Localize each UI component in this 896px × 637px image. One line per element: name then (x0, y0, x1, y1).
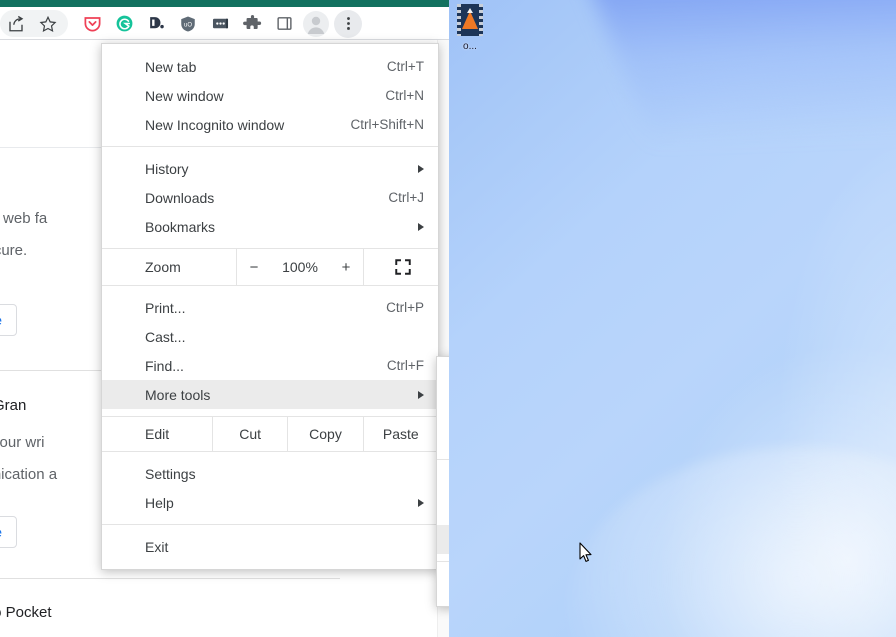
menu-item-downloads[interactable]: Downloads Ctrl+J (102, 183, 438, 212)
grammarly-extension-icon[interactable] (108, 10, 140, 38)
menu-item-accelerator: Ctrl+Shift+N (350, 117, 424, 132)
menu-item-label: New Incognito window (145, 116, 285, 133)
zoom-in-button[interactable]: + (329, 259, 363, 276)
chrome-main-menu: New tab Ctrl+T New window Ctrl+N New Inc… (101, 43, 439, 570)
menu-item-label: Find... (145, 357, 184, 374)
menu-item-label: More tools (145, 386, 211, 403)
menu-item-settings[interactable]: Settings (102, 459, 438, 488)
paste-button[interactable]: Paste (362, 417, 438, 451)
extension-card-desc-1a: the web fa (0, 210, 48, 227)
menu-item-label: Help (145, 494, 174, 511)
zoom-out-button[interactable]: − (237, 259, 271, 276)
zoom-level-value: 100% (282, 259, 318, 275)
menu-separator (102, 524, 438, 525)
screen: o... uO web fa ure. ran our wri ication … (0, 0, 896, 637)
share-icon[interactable] (0, 10, 32, 38)
submenu-separator (437, 561, 449, 562)
submenu-item-save-page-as[interactable]: Save page as... Ctrl+S (437, 365, 449, 394)
vlc-media-player-icon (457, 4, 483, 36)
menu-item-accelerator: Ctrl+J (388, 190, 424, 205)
desktop-wallpaper: o... (447, 0, 896, 637)
menu-zoom-row: Zoom − 100% + (102, 248, 438, 286)
wallpaper-swoosh (567, 447, 896, 637)
submenu-item-task-manager[interactable]: Task manager Shift+Esc (437, 525, 449, 554)
menu-item-accelerator: Ctrl+N (385, 88, 424, 103)
menu-item-new-incognito-window[interactable]: New Incognito window Ctrl+Shift+N (102, 110, 438, 139)
d-extension-icon[interactable] (140, 10, 172, 38)
menu-item-label: Settings (145, 465, 196, 482)
menu-item-accelerator: Ctrl+F (386, 358, 424, 373)
menu-item-cast[interactable]: Cast... (102, 322, 438, 351)
menu-item-accelerator: Ctrl+T (386, 59, 424, 74)
extension-card-desc-1b: secure. (0, 242, 28, 259)
side-panel-icon[interactable] (268, 10, 300, 38)
zoom-label: Zoom (145, 259, 181, 275)
extension-remove-button-1[interactable]: emove (0, 304, 18, 336)
extension-card-desc-2a: ve your wri (0, 434, 45, 451)
menu-item-label: New tab (145, 58, 197, 75)
wallpaper-streak (572, 0, 896, 223)
menu-item-label: Downloads (145, 189, 215, 206)
submenu-item-name-window[interactable]: Name window... (437, 423, 449, 452)
avatar-icon[interactable] (300, 10, 332, 38)
svg-text:uO: uO (184, 22, 192, 28)
menu-item-find[interactable]: Find... Ctrl+F (102, 351, 438, 380)
pocket-extension-icon[interactable] (76, 10, 108, 38)
password-manager-icon[interactable] (204, 10, 236, 38)
browser-window: uO web fa ure. ran our wri ication a Poc… (0, 0, 449, 637)
cut-button[interactable]: Cut (212, 417, 287, 451)
submenu-item-extensions[interactable]: Extensions (437, 496, 449, 525)
menu-item-label: Cast... (145, 328, 186, 345)
edit-label: Edit (145, 426, 170, 442)
extension-card-title-2: marly: Gran (0, 397, 27, 414)
menu-item-label: Exit (145, 538, 169, 555)
mouse-cursor (579, 542, 593, 563)
extension-card-desc-2b: munication a (0, 466, 58, 483)
extensions-puzzle-icon[interactable] (236, 10, 268, 38)
menu-item-label: History (145, 160, 189, 177)
menu-edit-row: Edit Cut Copy Paste (102, 416, 438, 452)
menu-item-new-window[interactable]: New window Ctrl+N (102, 81, 438, 110)
three-dot-menu-icon[interactable] (332, 9, 364, 38)
fullscreen-icon[interactable] (364, 249, 442, 285)
submenu-separator (437, 459, 449, 460)
bookmark-star-icon[interactable] (32, 10, 64, 38)
browser-toolbar: uO (0, 7, 449, 40)
submenu-item-clear-browsing-data[interactable]: Clear browsing data... Ctrl+Shift+Del (437, 467, 449, 496)
extension-card-title-3: to Pocket (0, 604, 52, 621)
extension-remove-button-2[interactable]: emove (0, 516, 18, 548)
desktop-icon-label: o... (463, 41, 477, 52)
menu-item-exit[interactable]: Exit (102, 532, 438, 561)
chevron-right-icon (418, 222, 424, 231)
chevron-right-icon (418, 164, 424, 173)
menu-item-print[interactable]: Print... Ctrl+P (102, 293, 438, 322)
menu-item-bookmarks[interactable]: Bookmarks (102, 212, 438, 241)
menu-item-new-tab[interactable]: New tab Ctrl+T (102, 52, 438, 81)
chevron-right-icon (418, 390, 424, 399)
shield-extension-icon[interactable]: uO (172, 10, 204, 38)
submenu-item-create-shortcut: Create shortcut... (437, 394, 449, 423)
more-tools-submenu: Save page as... Ctrl+S Create shortcut..… (436, 356, 449, 607)
menu-item-more-tools[interactable]: More tools (102, 380, 438, 409)
zoom-controls: − 100% + (236, 249, 364, 285)
desktop-icon-vlc[interactable]: o... (450, 4, 490, 54)
menu-item-label: Print... (145, 299, 186, 316)
menu-item-accelerator: Ctrl+P (386, 300, 424, 315)
menu-item-label: Bookmarks (145, 218, 216, 235)
menu-separator (102, 146, 438, 147)
copy-button[interactable]: Copy (287, 417, 362, 451)
menu-item-history[interactable]: History (102, 154, 438, 183)
submenu-item-developer-tools[interactable]: Developer tools Ctrl+Shift+I (437, 569, 449, 598)
menu-item-help[interactable]: Help (102, 488, 438, 517)
toolbar-icon-group: uO (0, 7, 364, 40)
chevron-right-icon (418, 498, 424, 507)
title-bar-accent (0, 0, 449, 7)
menu-item-label: New window (145, 87, 224, 104)
